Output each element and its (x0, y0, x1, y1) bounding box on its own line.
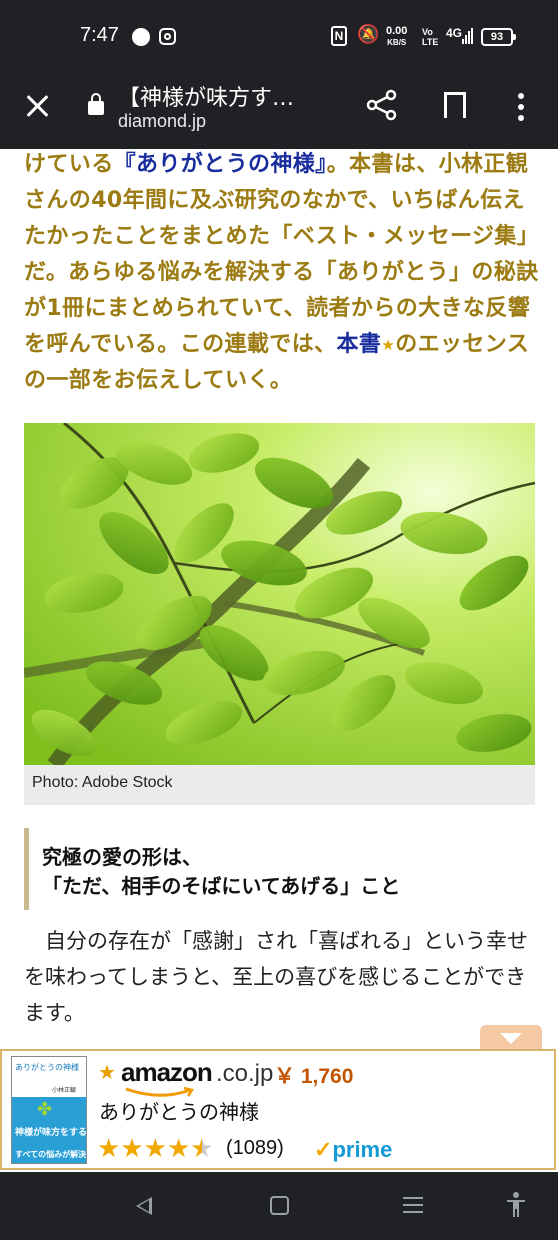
page-title[interactable]: 【神様が味方す… (118, 80, 294, 112)
nfc-icon: N (331, 26, 347, 46)
status-time: 7:47 (80, 24, 119, 46)
half-star-icon: ★ (190, 1134, 214, 1164)
price: ￥ 1,760 (274, 1065, 354, 1088)
net-speed: 0.00 KB/S (386, 25, 408, 48)
book-cover-subtitle: 神様が味方をする71の習慣 (15, 1128, 87, 1138)
system-nav-bar (0, 1172, 558, 1240)
article-body: 自分の存在が「感謝」され「喜ばれる」という幸せを味わってしまうと、至上の喜びを感… (24, 929, 528, 1025)
collapse-ad-button[interactable] (480, 1025, 542, 1051)
back-icon[interactable] (136, 1197, 152, 1215)
star-icon: ★ (166, 1134, 191, 1164)
star-icon: ★ (97, 1134, 121, 1164)
recent-apps-icon[interactable] (403, 1197, 423, 1214)
lead-text: けている (24, 152, 114, 177)
home-icon[interactable] (270, 1196, 289, 1215)
book-link[interactable]: 本書 (337, 332, 382, 357)
battery-icon: 93 (481, 28, 516, 46)
photo-caption-box: Photo: Adobe Stock (24, 765, 535, 805)
status-bar: 7:47 N 🔕 0.00 KB/S Vo LTE 4G 93 (0, 0, 558, 76)
close-icon[interactable] (22, 91, 52, 121)
mute-icon: 🔕 (357, 24, 380, 44)
clover-icon: ✤ (37, 1099, 53, 1120)
volte-indicator: Vo LTE (422, 27, 439, 47)
prime-badge: ✓prime (314, 1137, 393, 1162)
amazon-ad-banner[interactable]: ありがとうの神様 小林正観 ✤ 神様が味方をする71の習慣 すべての悩みが解決す… (0, 1049, 556, 1170)
star-icon: ★ (143, 1134, 167, 1164)
article-lead: けている『ありがとうの神様』。本書は、小林正観さんの40年間に及ぶ研究のなかで、… (24, 147, 544, 399)
notification-dot-icon (132, 28, 150, 46)
photo-caption: Photo: Adobe Stock (32, 774, 173, 791)
signal-type: 4G (446, 26, 463, 40)
star-icon: ★ (381, 336, 396, 354)
accessibility-icon[interactable] (506, 1192, 526, 1218)
book-cover-author: 小林正観 (52, 1087, 77, 1094)
lead-text: 。本書は、小林正観さんの40年間に及ぶ研究のなかで、いちばん伝えたかったことをま… (24, 152, 540, 357)
rating-stars: ★★★★★ (97, 1136, 214, 1162)
section-heading-line1: 究極の愛の形は、 (42, 845, 202, 869)
book-title-link[interactable]: 『ありがとうの神様』 (114, 152, 327, 177)
article-photo (24, 423, 535, 765)
lock-icon[interactable] (88, 93, 104, 115)
amazon-logo: amazon (121, 1057, 213, 1087)
prime-check-icon: ✓ (314, 1137, 333, 1162)
bookmark-icon[interactable] (444, 92, 466, 119)
ad-product-title[interactable]: ありがとうの神様 (99, 1096, 259, 1125)
section-heading: 究極の愛の形は、 「ただ、相手のそばにいてあげる」こと (24, 828, 535, 910)
section-heading-line2: 「ただ、相手のそばにいてあげる」こと (42, 874, 401, 898)
review-count: (1089) (226, 1137, 284, 1159)
star-icon: ★ (120, 1134, 144, 1164)
book-cover-subtitle2: すべての悩みが解決する (15, 1150, 87, 1159)
share-icon[interactable] (366, 89, 398, 121)
page-domain[interactable]: diamond.jp (118, 111, 206, 132)
more-vert-icon[interactable] (517, 93, 525, 121)
star-icon: ★ (98, 1060, 116, 1084)
amazon-tld: .co.jp (216, 1060, 274, 1087)
book-cover[interactable]: ありがとうの神様 小林正観 ✤ 神様が味方をする71の習慣 すべての悩みが解決す… (11, 1056, 87, 1164)
browser-toolbar: 【神様が味方す… diamond.jp (0, 76, 558, 149)
instagram-icon (159, 28, 176, 45)
book-cover-title: ありがとうの神様 (15, 1063, 79, 1072)
signal-bars-icon (462, 28, 474, 44)
